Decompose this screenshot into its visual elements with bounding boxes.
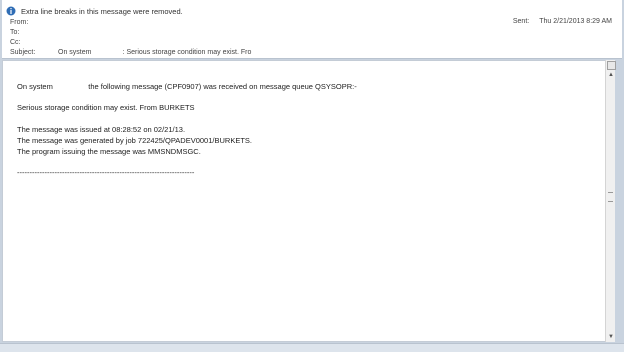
message-header: Extra line breaks in this message were r… [2, 0, 622, 59]
from-label: From: [10, 19, 29, 26]
scroll-split-button[interactable] [607, 61, 616, 70]
info-bar[interactable]: Extra line breaks in this message were r… [6, 4, 183, 18]
info-bar-text: Extra line breaks in this message were r… [21, 6, 183, 16]
to-row: To: [10, 29, 58, 36]
info-icon [6, 6, 16, 16]
scroll-down-arrow-icon[interactable]: ▼ [606, 332, 616, 342]
subject-label: Subject: [10, 49, 36, 56]
sent-label: Sent: [512, 18, 530, 25]
subject-value: On system : Serious storage condition ma… [58, 49, 252, 56]
message-line: The program issuing the message was MMSN… [17, 147, 201, 156]
message-body[interactable]: On system the following message (CPF0907… [2, 60, 613, 342]
scroll-up-arrow-icon[interactable]: ▲ [606, 70, 616, 80]
message-line: The message was generated by job 722425/… [17, 136, 252, 145]
message-line: Serious storage condition may exist. Fro… [17, 103, 195, 112]
message-line: ----------------------------------------… [17, 168, 195, 177]
message-line: On system the following message (CPF0907… [17, 82, 357, 91]
sent-row: Sent: Thu 2/21/2013 8:29 AM [513, 18, 612, 25]
cc-row: Cc: [10, 39, 58, 46]
message-line: The message was issued at 08:28:52 on 02… [17, 125, 186, 134]
from-row: From: [10, 19, 58, 26]
scroll-grip-icon[interactable] [608, 192, 613, 202]
vertical-scrollbar[interactable]: ▲ ▼ [605, 60, 616, 342]
sent-value: Thu 2/21/2013 8:29 AM [539, 18, 612, 25]
subject-row: Subject: On system : Serious storage cond… [10, 49, 251, 56]
cc-label: Cc: [10, 39, 21, 46]
to-label: To: [10, 29, 20, 36]
